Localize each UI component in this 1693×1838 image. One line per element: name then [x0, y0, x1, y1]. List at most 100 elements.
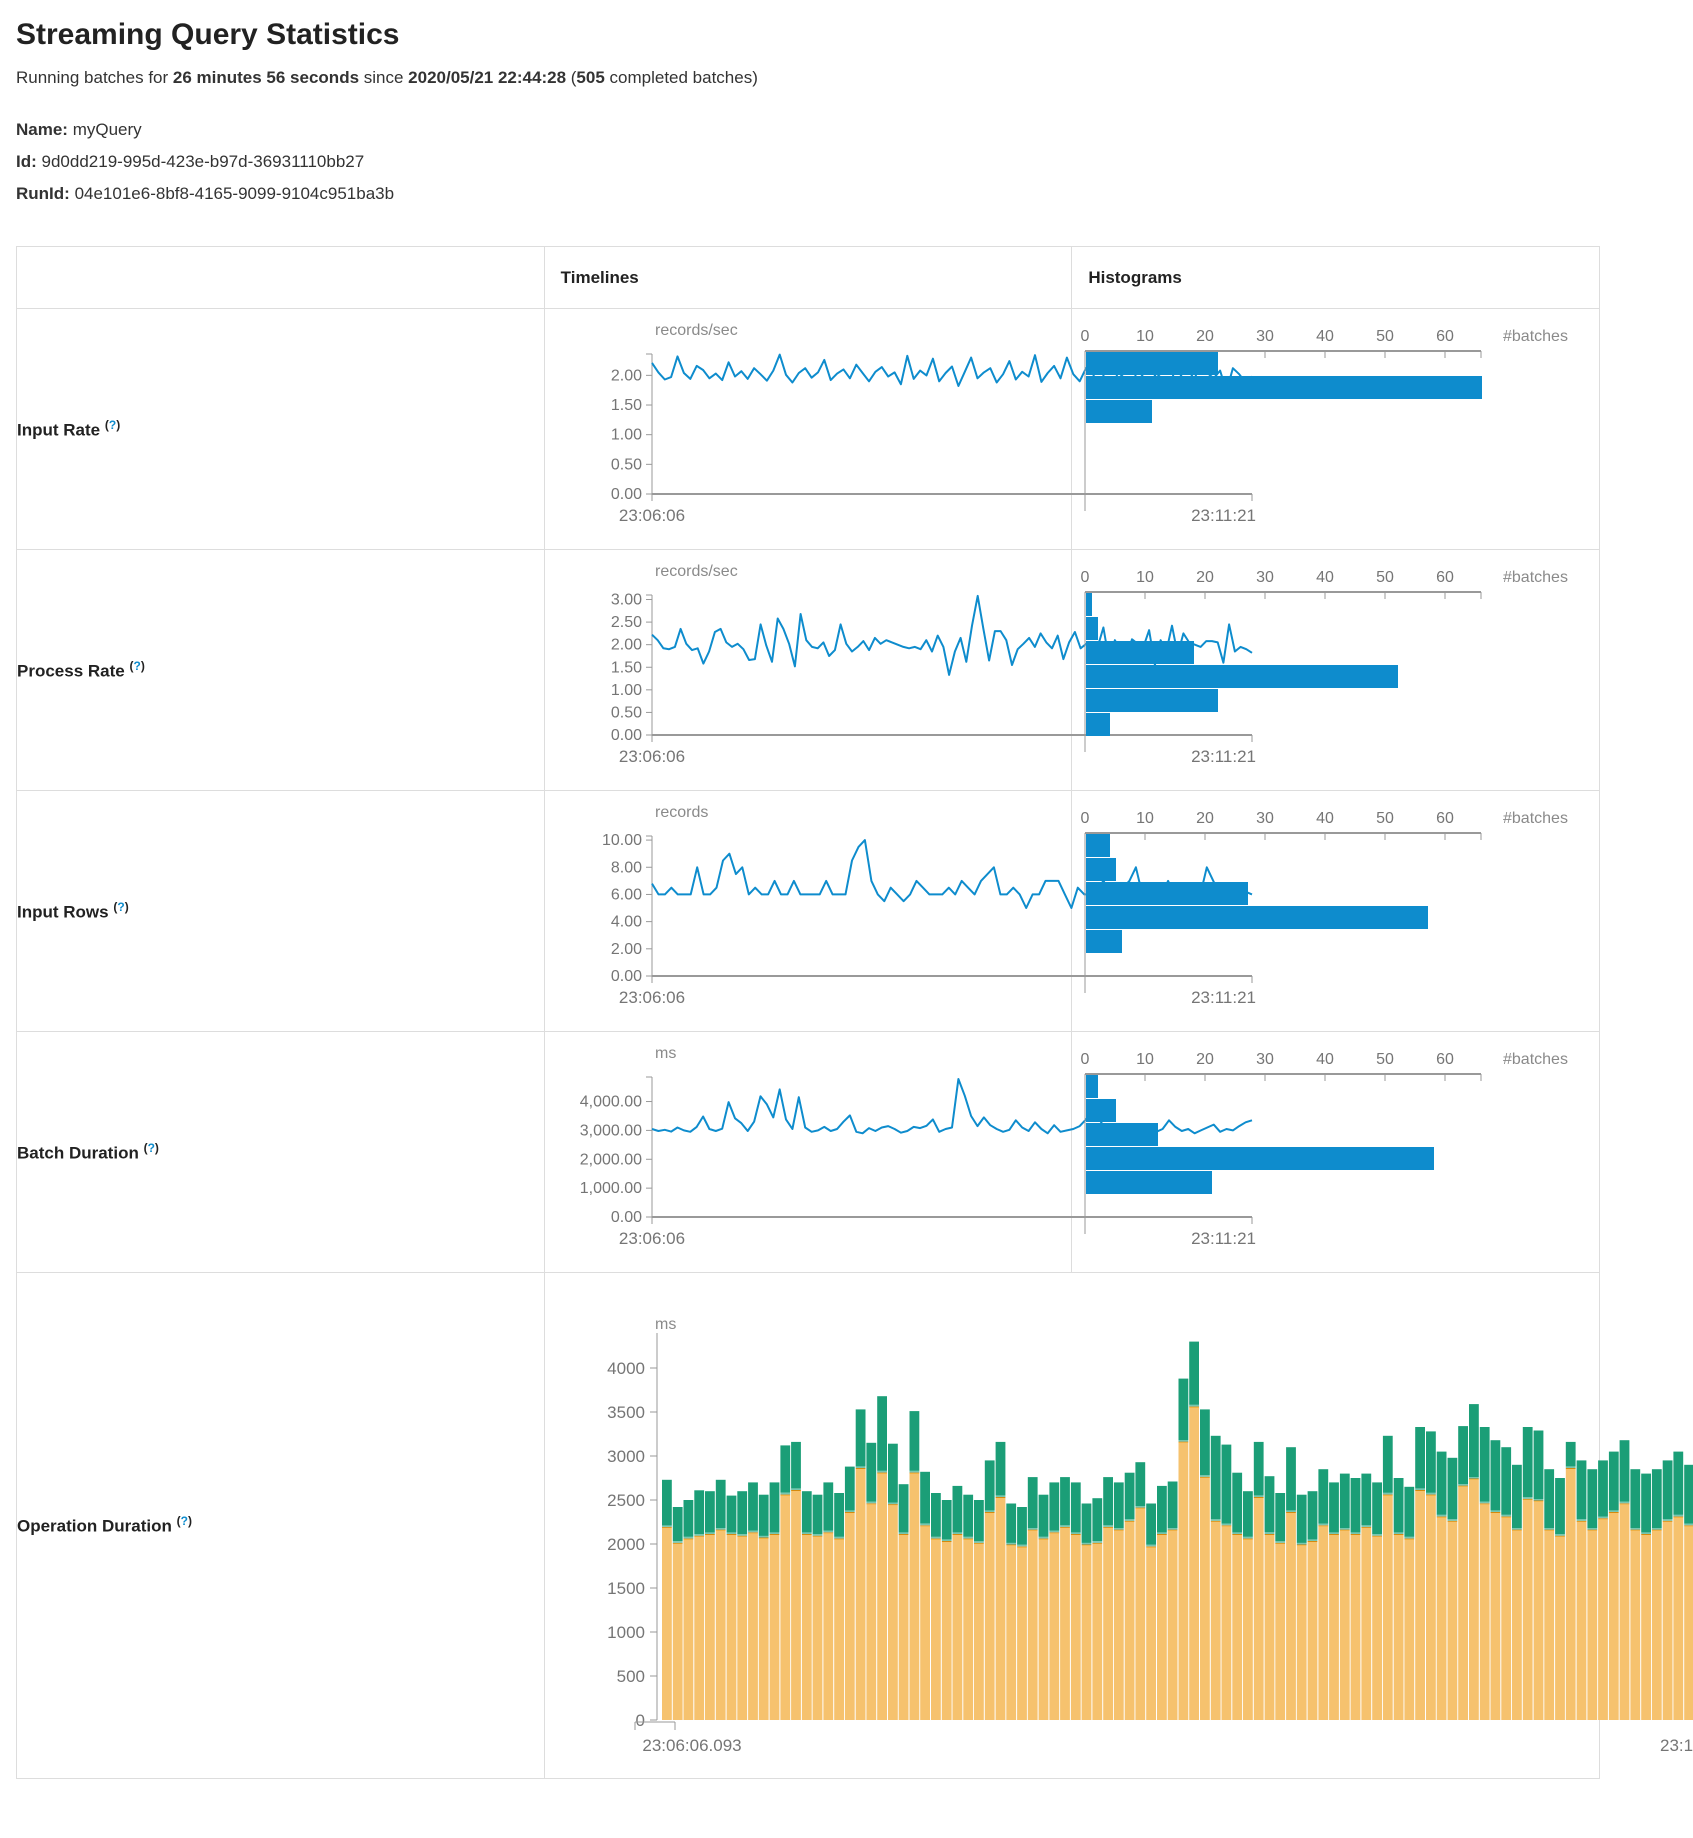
op-bar-segment: [909, 1411, 919, 1471]
op-bar-segment: [1081, 1545, 1091, 1546]
op-bar-segment: [791, 1442, 801, 1489]
op-bar-segment: [1307, 1542, 1317, 1720]
op-bar-segment: [812, 1537, 822, 1720]
op-bar-segment: [1243, 1539, 1253, 1540]
op-bar-segment: [1533, 1501, 1543, 1502]
y-tick-label: 1.50: [611, 397, 642, 414]
op-bar-segment: [1673, 1452, 1683, 1515]
op-bar-segment: [1049, 1532, 1059, 1533]
op-bar-segment: [1458, 1487, 1468, 1720]
op-bar-segment: [1469, 1479, 1479, 1480]
hist-x-tick-label: 40: [1316, 1051, 1334, 1068]
op-bar-segment: [1017, 1545, 1027, 1547]
hist-x-tick-label: 30: [1256, 569, 1274, 586]
op-bar-segment: [1458, 1486, 1468, 1487]
op-bar-segment: [1415, 1488, 1425, 1490]
op-bar-segment: [1167, 1528, 1177, 1530]
op-bar-segment: [1555, 1478, 1565, 1534]
op-bar-segment: [1372, 1534, 1382, 1536]
op-bar-segment: [845, 1513, 855, 1720]
op-bar-segment: [1157, 1535, 1167, 1536]
op-bar-segment: [1598, 1460, 1608, 1516]
batch-duration-help-icon[interactable]: (?): [144, 1141, 159, 1155]
y-tick-label: 2,000.00: [579, 1151, 641, 1168]
op-bar-segment: [823, 1532, 833, 1533]
op-bar-segment: [1415, 1491, 1425, 1720]
op-bar-segment: [1038, 1538, 1048, 1539]
hist-x-tick-label: 30: [1256, 328, 1274, 345]
y-tick-label: 10.00: [602, 832, 642, 849]
process-rate-histogram-chart: 0102030405060#batches: [1072, 550, 1616, 790]
op-bar-segment: [1221, 1524, 1231, 1526]
op-bar-segment: [1243, 1537, 1253, 1539]
y-tick-label: 0.00: [611, 968, 642, 985]
op-bar-segment: [1372, 1536, 1382, 1537]
op-bar-segment: [1350, 1478, 1360, 1532]
op-bar-segment: [845, 1510, 855, 1512]
op-bar-segment: [812, 1534, 822, 1536]
op-bar-segment: [1135, 1508, 1145, 1509]
op-bar-segment: [1630, 1530, 1640, 1531]
op-bar-segment: [952, 1534, 962, 1535]
completed-batches-count: 505: [576, 68, 604, 87]
hist-x-tick-label: 30: [1256, 1051, 1274, 1068]
op-bar-segment: [1049, 1533, 1059, 1534]
op-bar-segment: [941, 1500, 951, 1539]
op-bar-segment: [1329, 1535, 1339, 1720]
process-rate-help-icon[interactable]: (?): [129, 659, 144, 673]
op-bar-segment: [1522, 1499, 1532, 1500]
op-bar-segment: [715, 1480, 725, 1528]
op-bar-segment: [672, 1507, 682, 1541]
process-rate-histogram-cell: 0102030405060#batches: [1072, 550, 1600, 791]
running-batches-summary: Running batches for 26 minutes 56 second…: [16, 68, 1693, 88]
op-bar-segment: [1383, 1494, 1393, 1495]
op-bar-segment: [1210, 1521, 1220, 1522]
op-bar-segment: [1415, 1427, 1425, 1488]
op-bar-segment: [1178, 1440, 1188, 1442]
op-bar-segment: [866, 1504, 876, 1505]
table-row-batch-duration: Batch Duration (?) ms0.001,000.002,000.0…: [17, 1032, 1600, 1273]
op-bar-segment: [748, 1532, 758, 1533]
op-bar-segment: [1565, 1469, 1575, 1470]
input-rows-help-icon[interactable]: (?): [113, 900, 128, 914]
op-bar-segment: [855, 1469, 865, 1470]
hist-bar: [1086, 1075, 1098, 1098]
op-bar-segment: [705, 1535, 715, 1536]
op-y-tick-label: 0: [635, 1711, 644, 1730]
op-bar-segment: [1501, 1447, 1511, 1515]
op-bar-segment: [1006, 1545, 1016, 1546]
input-rate-help-icon[interactable]: (?): [105, 418, 120, 432]
op-bar-segment: [1017, 1546, 1027, 1547]
op-bar-segment: [1404, 1537, 1414, 1539]
op-bar-segment: [1329, 1482, 1339, 1532]
op-bar-segment: [1350, 1535, 1360, 1720]
op-bar-segment: [1253, 1497, 1263, 1498]
op-bar-segment: [1329, 1532, 1339, 1534]
op-bar-segment: [1167, 1482, 1177, 1529]
hist-x-tick-label: 40: [1316, 810, 1334, 827]
op-bar-segment: [683, 1537, 693, 1539]
op-bar-segment: [1522, 1497, 1532, 1499]
operation-duration-help-icon[interactable]: (?): [177, 1514, 192, 1528]
op-bar-segment: [1372, 1482, 1382, 1534]
op-bar-segment: [834, 1540, 844, 1720]
hist-x-tick-label: 60: [1436, 1051, 1454, 1068]
op-bar-segment: [780, 1495, 790, 1496]
query-name-value: myQuery: [73, 120, 142, 139]
hist-bar: [1086, 1147, 1434, 1170]
op-bar-segment: [1178, 1443, 1188, 1720]
op-bar-segment: [1038, 1495, 1048, 1537]
op-bar-segment: [855, 1466, 865, 1468]
op-y-tick-label: 3500: [607, 1403, 645, 1422]
op-bar-segment: [1501, 1517, 1511, 1518]
op-bar-segment: [1006, 1543, 1016, 1545]
op-bar-segment: [1479, 1502, 1489, 1504]
op-bar-segment: [1576, 1521, 1586, 1522]
op-bar-segment: [1512, 1465, 1522, 1528]
op-bar-segment: [920, 1472, 930, 1524]
start-timestamp: 2020/05/21 22:44:28: [408, 68, 566, 87]
op-bar-segment: [1124, 1521, 1134, 1522]
op-bar-segment: [726, 1535, 736, 1720]
op-bar-segment: [920, 1526, 930, 1720]
input-rate-histogram-chart: 0102030405060#batches: [1072, 309, 1616, 549]
